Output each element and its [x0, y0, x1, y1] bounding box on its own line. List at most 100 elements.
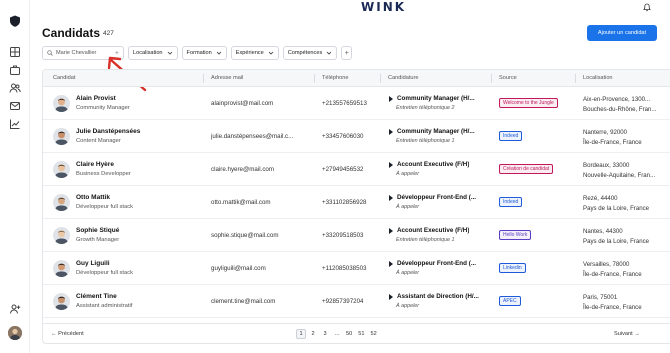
application[interactable]: Community Manager (H/... Entretien télép… [388, 95, 489, 111]
candidate-phone[interactable]: +213557659513 [322, 100, 367, 107]
application-step: Entretien téléphonique 2 [396, 105, 455, 111]
source-badge: Indeed [499, 197, 523, 207]
candidate-email[interactable]: sophie.stique@mail.com [211, 232, 307, 239]
application-step: À appeler [396, 270, 420, 276]
candidate-email[interactable]: claire.hyere@mail.com [211, 166, 307, 173]
filter-bar: Marie Chevallier + Localisation Formatio… [42, 46, 353, 60]
candidate-name[interactable]: Alain Provist [76, 95, 116, 102]
candidate-email[interactable]: clement.tine@mail.com [211, 298, 307, 305]
table-row[interactable]: Otto Mattik Développeur full stack otto.… [43, 186, 670, 219]
column-header[interactable]: Localisation [583, 75, 613, 81]
location-city: Nanterre, 92000 [583, 129, 628, 136]
previous-page-button[interactable]: ← Précédent [51, 331, 84, 337]
candidate-name[interactable]: Guy Liguili [76, 260, 110, 267]
filter-experience[interactable]: Expérience [230, 46, 279, 60]
add-filter-button[interactable]: + [341, 46, 353, 60]
filter-label: Expérience [235, 50, 264, 56]
application[interactable]: Assistant de Direction (H/... À appeler [388, 293, 489, 309]
location-region: Pays de la Loire, France [583, 238, 650, 245]
column-header[interactable]: Candidature [388, 75, 418, 81]
page-number[interactable]: 1 [296, 329, 306, 339]
candidate-name[interactable]: Clément Tine [76, 293, 117, 300]
application[interactable]: Community Manager (H/... Entretien télép… [388, 128, 489, 144]
source-badge: APEC [499, 296, 521, 306]
candidate-name[interactable]: Otto Mattik [76, 194, 110, 201]
caret-right-icon [389, 260, 393, 267]
location-city: Nantes, 44300 [583, 228, 623, 235]
candidate-phone[interactable]: +33209518503 [322, 232, 363, 239]
column-header[interactable]: Source [499, 75, 517, 81]
users-icon[interactable] [9, 82, 21, 94]
location-city: Rezé, 44400 [583, 195, 618, 202]
application-step: Entretien téléphonique 1 [396, 237, 455, 243]
candidate-title: Développeur full stack [76, 204, 134, 210]
table-row[interactable]: Alain Provist Community Manager alainpro… [43, 87, 670, 120]
table-header: Candidat Adresse mail Téléphone Candidat… [43, 70, 670, 87]
candidate-phone[interactable]: +92857397204 [322, 298, 363, 305]
table-row[interactable]: Claire Hyère Business Developper claire.… [43, 153, 670, 186]
application-job: Account Executive (F/H) [397, 161, 470, 168]
application[interactable]: Développeur Front-End (... À appeler [388, 194, 489, 210]
caret-right-icon [389, 293, 393, 300]
candidate-phone[interactable]: +33457606030 [322, 133, 363, 140]
candidate-avatar [53, 260, 70, 277]
shield-logo-icon[interactable] [9, 15, 21, 27]
page-number[interactable]: 51 [356, 329, 366, 339]
application[interactable]: Développeur Front-End (... À appeler [388, 260, 489, 276]
candidate-location: Nanterre, 92000 Île-de-France, France [583, 128, 642, 148]
table-row[interactable]: Julie Danstépensées Content Manager juli… [43, 120, 670, 153]
briefcase-icon[interactable] [9, 64, 21, 76]
column-header[interactable]: Candidat [53, 75, 75, 81]
candidate-email[interactable]: otto.mattik@mail.com [211, 199, 307, 206]
application[interactable]: Account Executive (F/H) Entretien téléph… [388, 227, 489, 243]
candidate-email[interactable]: julie.danstépensees@mail.c... [211, 133, 307, 140]
page-list: 1 2 3... 50 51 52 [296, 329, 379, 339]
chevron-down-icon [268, 51, 274, 55]
location-city: Versailles, 78000 [583, 261, 630, 268]
candidate-name[interactable]: Julie Danstépensées [76, 128, 140, 135]
analytics-icon[interactable] [9, 118, 21, 130]
candidate-phone[interactable]: +331102856928 [322, 199, 366, 206]
page-number[interactable]: 50 [344, 329, 354, 339]
filter-formation[interactable]: Formation [181, 46, 227, 60]
table-row[interactable]: Clément Tine Assistant administratif cle… [43, 285, 670, 318]
column-header[interactable]: Téléphone [322, 75, 348, 81]
table-row[interactable]: Sophie Stiqué Growth Manager sophie.stiq… [43, 219, 670, 252]
source-badge: Linkedin [499, 263, 526, 273]
candidate-phone[interactable]: +112085038503 [322, 265, 366, 272]
filter-localisation[interactable]: Localisation [128, 46, 178, 60]
add-candidate-button[interactable]: Ajouter un candidat [587, 25, 657, 41]
search-add-icon[interactable]: + [115, 50, 119, 57]
filter-competences[interactable]: Compétences [282, 46, 338, 60]
user-avatar[interactable] [8, 326, 22, 340]
table-body: Alain Provist Community Manager alainpro… [43, 87, 670, 318]
application-job: Développeur Front-End (... [397, 194, 477, 201]
candidate-title: Content Manager [76, 138, 121, 144]
page-number[interactable]: 3 [320, 329, 330, 339]
filter-label: Localisation [133, 50, 163, 56]
column-header[interactable]: Adresse mail [211, 75, 243, 81]
candidate-location: Paris, 75001 Île-de-France, France [583, 293, 642, 313]
next-label: Suivant [614, 331, 633, 337]
filter-label: Compétences [287, 50, 323, 56]
mail-icon[interactable] [9, 100, 21, 112]
table-row[interactable]: Guy Liguili Développeur full stack guyli… [43, 252, 670, 285]
bell-icon[interactable] [642, 2, 652, 12]
next-page-button[interactable]: Suivant → [614, 331, 640, 337]
location-city: Bordeaux, 33000 [583, 162, 630, 169]
candidate-name[interactable]: Sophie Stiqué [76, 227, 119, 234]
application[interactable]: Account Executive (F/H) À appeler [388, 161, 489, 177]
candidate-title: Business Developper [76, 171, 131, 177]
application-job: Développeur Front-End (... [397, 260, 477, 267]
candidate-email[interactable]: guyliguili@mail.com [211, 265, 307, 272]
page-number[interactable]: 2 [308, 329, 318, 339]
location-city: Paris, 75001 [583, 294, 618, 301]
candidate-name[interactable]: Claire Hyère [76, 161, 114, 168]
location-region: Pays de la Loire, France [583, 205, 650, 212]
page-number[interactable]: 52 [368, 329, 378, 339]
dashboard-icon[interactable] [9, 46, 21, 58]
candidate-email[interactable]: alainprovist@mail.com [211, 100, 307, 107]
add-user-icon[interactable] [9, 303, 21, 315]
candidate-phone[interactable]: +27949456532 [322, 166, 363, 173]
search-input[interactable]: Marie Chevallier + [42, 46, 124, 60]
